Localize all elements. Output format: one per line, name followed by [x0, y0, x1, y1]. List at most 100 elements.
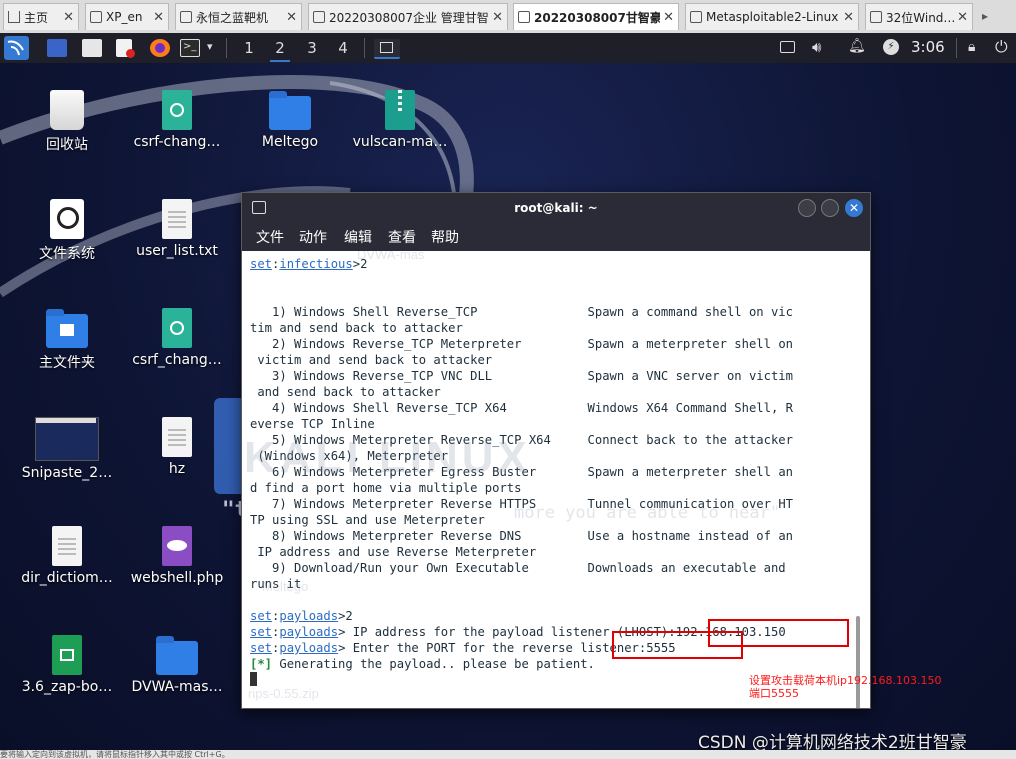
vm-tab-metasploitable[interactable]: Metasploitable2-Linux ✕ — [685, 3, 859, 30]
menu-view[interactable]: 查看 — [388, 227, 416, 247]
text-file-icon — [162, 199, 192, 239]
desktop-icon-trash[interactable]: 回收站 — [12, 90, 122, 154]
vm-icon — [180, 11, 192, 23]
maximize-button[interactable] — [821, 199, 839, 217]
power-manager-icon[interactable]: ⚡ — [883, 39, 899, 55]
vm-tab-label: Metasploitable2-Linux — [706, 10, 839, 24]
text-file-icon — [162, 417, 192, 457]
taskbar-terminal-button[interactable] — [374, 39, 400, 59]
desktop-icon-hz[interactable]: hz — [122, 417, 232, 477]
image-file-icon — [35, 417, 99, 461]
clock[interactable]: 3:06 — [911, 38, 945, 56]
top-panel: >_ ▾ 1 2 3 4 🔊︎ 🔔︎ ⚡ 3:06 🔒︎ ⏻ — [0, 33, 1016, 96]
tab-scroll-right-icon[interactable]: ▸ — [982, 9, 988, 23]
chevron-down-icon[interactable]: ▾ — [207, 40, 213, 53]
desktop-icon-zap[interactable]: 3.6_zap-bo… — [12, 635, 122, 695]
wallpaper-ghost-rips: rips-0.55.zip — [248, 686, 319, 701]
vm-tab-label: 20220308007甘智豪 — [534, 10, 661, 25]
option-left: 2) Windows Reverse_TCP Meterpreter — [250, 337, 522, 351]
close-icon[interactable]: ✕ — [843, 10, 854, 25]
prompt-payloads: payloads — [279, 609, 339, 623]
option-left: 8) Windows Meterpreter Reverse DNS — [250, 529, 522, 543]
file-manager-icon[interactable] — [82, 39, 102, 57]
prompt-payloads: payloads — [279, 641, 339, 655]
close-icon[interactable]: ✕ — [153, 10, 164, 25]
close-icon[interactable]: ✕ — [492, 10, 503, 25]
vm-tab-kali-active[interactable]: 20220308007甘智豪 ✕ — [513, 3, 679, 30]
vm-tab-strip: 主页 ✕ XP_en ✕ 永恒之蓝靶机 ✕ 20220308007企业 管理甘智… — [0, 0, 1016, 34]
kali-menu-icon[interactable] — [4, 36, 29, 60]
logout-power-icon[interactable]: ⏻ — [995, 37, 1008, 57]
option-left: 9) Download/Run your Own Executable — [250, 561, 529, 575]
desktop-icon-label: Snipaste_2… — [21, 465, 113, 481]
desktop-icon-dir-dict[interactable]: dir_dictiom… — [12, 526, 122, 586]
close-icon[interactable]: ✕ — [63, 10, 74, 25]
close-icon[interactable]: ✕ — [663, 10, 674, 25]
workspace-2[interactable]: 2 — [270, 39, 290, 62]
terminal-titlebar[interactable]: root@kali: ~ ✕ — [242, 193, 870, 223]
desktop-icon-home[interactable]: 主文件夹 — [12, 308, 122, 372]
vm-tab-label: 永恒之蓝靶机 — [196, 10, 269, 25]
payload-option-line: IP address and use Reverse Meterpreter — [250, 545, 536, 559]
desktop-icon-filesystem[interactable]: 文件系统 — [12, 199, 122, 263]
option-left: tim and send back to attacker — [250, 321, 463, 335]
prompt-set: set — [250, 625, 273, 639]
desktop-icon-snipaste[interactable]: Snipaste_2… — [12, 417, 122, 481]
annotation-line-2: 端口5555 — [749, 687, 799, 700]
menu-actions[interactable]: 动作 — [299, 227, 327, 247]
desktop-icon-webshell[interactable]: webshell.php — [122, 526, 232, 586]
vm-tab-xp[interactable]: XP_en ✕ — [85, 3, 169, 30]
workspace-3[interactable]: 3 — [302, 39, 322, 57]
notification-bell-icon[interactable]: 🔔︎ — [848, 38, 866, 54]
panel-separator — [956, 38, 957, 58]
vm-tab-home[interactable]: 主页 ✕ — [3, 3, 79, 30]
desktop-icon-vulscan[interactable]: vulscan-ma… — [345, 90, 455, 150]
workspace-4[interactable]: 4 — [333, 39, 353, 57]
vm-tab-enterprise[interactable]: 20220308007企业 管理甘智豪 ✕ — [308, 3, 508, 30]
home-folder-icon — [46, 309, 88, 348]
close-button[interactable]: ✕ — [845, 199, 863, 217]
desktop-icon-csrf-2[interactable]: csrf_chang… — [122, 308, 232, 368]
trash-icon — [50, 90, 84, 130]
folder-icon — [269, 91, 311, 130]
desktop-icon-dvwa[interactable]: DVWA-mas… — [122, 635, 232, 695]
prompt-set: set — [250, 257, 273, 271]
option-right: Spawn a command shell on vic — [587, 305, 793, 319]
desktop-icon-label: dir_dictiom… — [21, 570, 113, 586]
desktop-icon-label: 主文件夹 — [39, 355, 95, 371]
desktop-icon-meltego[interactable]: Meltego — [235, 90, 345, 150]
vm-icon — [313, 11, 325, 23]
option-left: 1) Windows Shell Reverse_TCP — [250, 305, 478, 319]
vm-status-strip: 要将输入定向到该虚拟机，请将鼠标指针移入其中或按 Ctrl+G。 — [0, 750, 1016, 759]
network-icon[interactable] — [780, 41, 795, 53]
desktop-icon-userlist[interactable]: user_list.txt — [122, 199, 232, 259]
status-tag: [*] — [250, 657, 273, 671]
vm-tab-eternalblue[interactable]: 永恒之蓝靶机 ✕ — [175, 3, 302, 30]
option-left: and send back to attacker — [250, 385, 441, 399]
minimize-button[interactable] — [798, 199, 816, 217]
close-icon[interactable]: ✕ — [957, 10, 968, 25]
terminal-cursor — [250, 672, 257, 686]
desktop-icon-label: csrf_chang… — [132, 352, 222, 368]
payload-option-line: and send back to attacker — [250, 385, 441, 399]
terminal-launcher-icon[interactable]: >_ — [180, 39, 200, 57]
text-editor-icon[interactable] — [116, 39, 135, 58]
desktop-icon-label: csrf-chang… — [133, 134, 221, 150]
desktop-icon-csrf-1[interactable]: csrf-chang… — [122, 90, 232, 150]
desktop-icon-label: 3.6_zap-bo… — [21, 679, 113, 695]
menu-file[interactable]: 文件 — [256, 227, 284, 247]
firefox-icon[interactable] — [150, 39, 170, 57]
vm-icon — [90, 11, 102, 23]
vm-tab-win32[interactable]: 32位Wind… ✕ — [865, 3, 973, 30]
menu-edit[interactable]: 编辑 — [344, 227, 372, 247]
lock-icon[interactable]: 🔒︎ — [968, 39, 975, 55]
show-desktop-icon[interactable] — [47, 39, 67, 57]
option-right: Use a hostname instead of an — [587, 529, 793, 543]
wallpaper-ghost-text: KALI LINUX — [244, 433, 531, 482]
volume-icon[interactable]: 🔊︎ — [812, 38, 821, 56]
home-icon — [8, 11, 20, 23]
close-icon[interactable]: ✕ — [286, 10, 297, 25]
menu-help[interactable]: 帮助 — [431, 227, 459, 247]
workspace-1[interactable]: 1 — [239, 39, 259, 57]
option-right: Connect back to the attacker — [587, 433, 793, 447]
